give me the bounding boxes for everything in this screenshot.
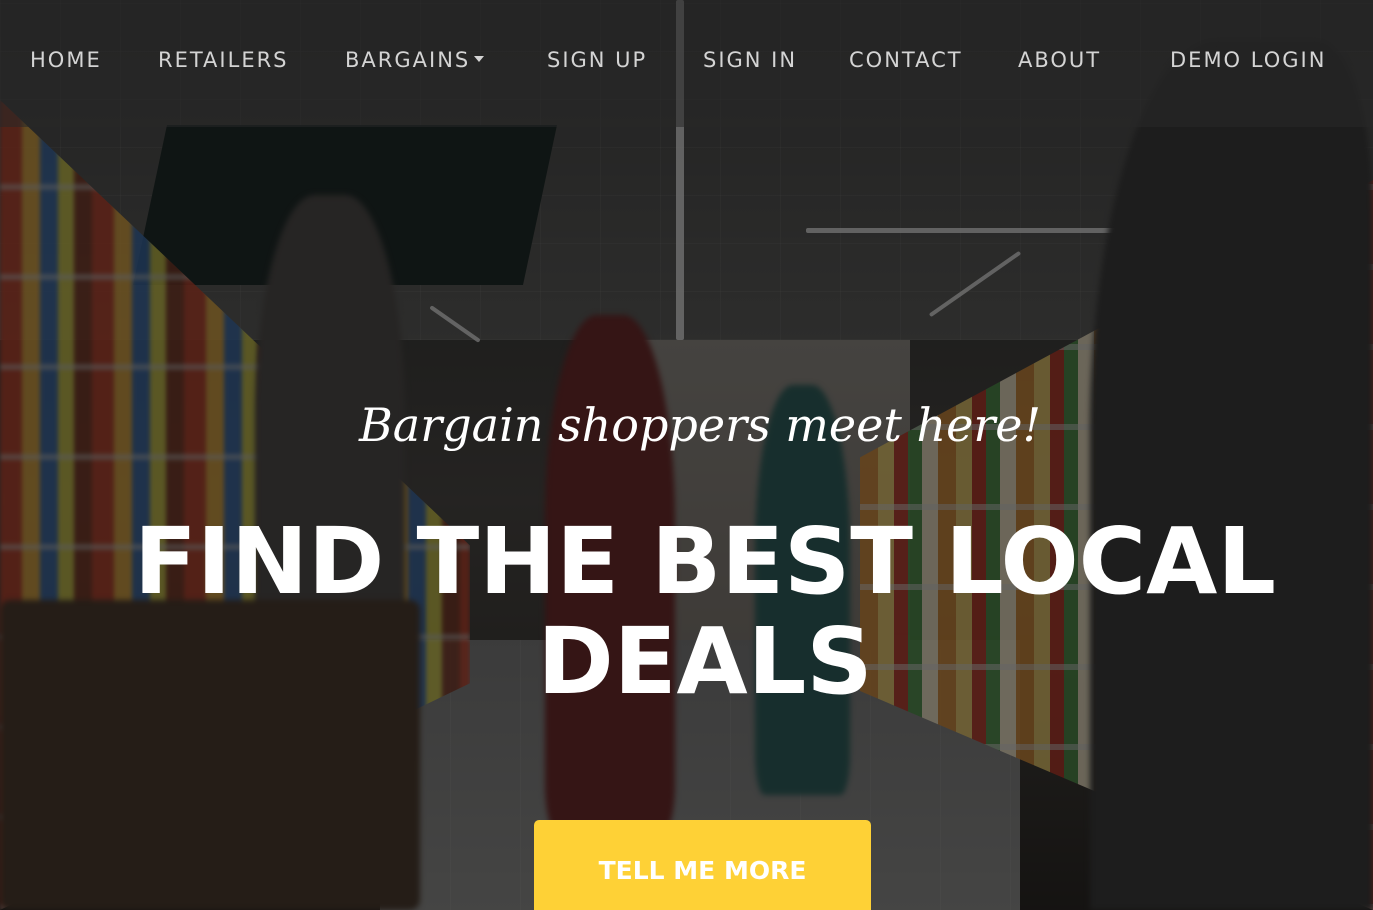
hero-subheading: Bargain shoppers meet here! bbox=[358, 398, 1042, 452]
background-dim-overlay bbox=[0, 0, 1373, 910]
hero-section: HOME RETAILERS BARGAINS SIGN UP SIGN IN … bbox=[0, 0, 1373, 910]
nav-demo-login-link[interactable]: DEMO LOGIN bbox=[1170, 48, 1326, 72]
nav-about-link[interactable]: ABOUT bbox=[1018, 48, 1101, 72]
main-navbar: HOME RETAILERS BARGAINS SIGN UP SIGN IN … bbox=[0, 0, 1373, 127]
nav-home-link[interactable]: HOME bbox=[30, 48, 102, 72]
caret-down-icon bbox=[474, 56, 485, 62]
hero-heading: FIND THE BEST LOCAL DEALS bbox=[133, 508, 1276, 715]
tell-me-more-button[interactable]: TELL ME MORE bbox=[534, 820, 871, 910]
nav-contact-link[interactable]: CONTACT bbox=[849, 48, 963, 72]
nav-bargains-dropdown[interactable]: BARGAINS bbox=[345, 48, 485, 72]
nav-sign-up-link[interactable]: SIGN UP bbox=[547, 48, 647, 72]
nav-sign-in-link[interactable]: SIGN IN bbox=[703, 48, 797, 72]
nav-retailers-link[interactable]: RETAILERS bbox=[158, 48, 289, 72]
nav-bargains-label: BARGAINS bbox=[345, 48, 471, 72]
